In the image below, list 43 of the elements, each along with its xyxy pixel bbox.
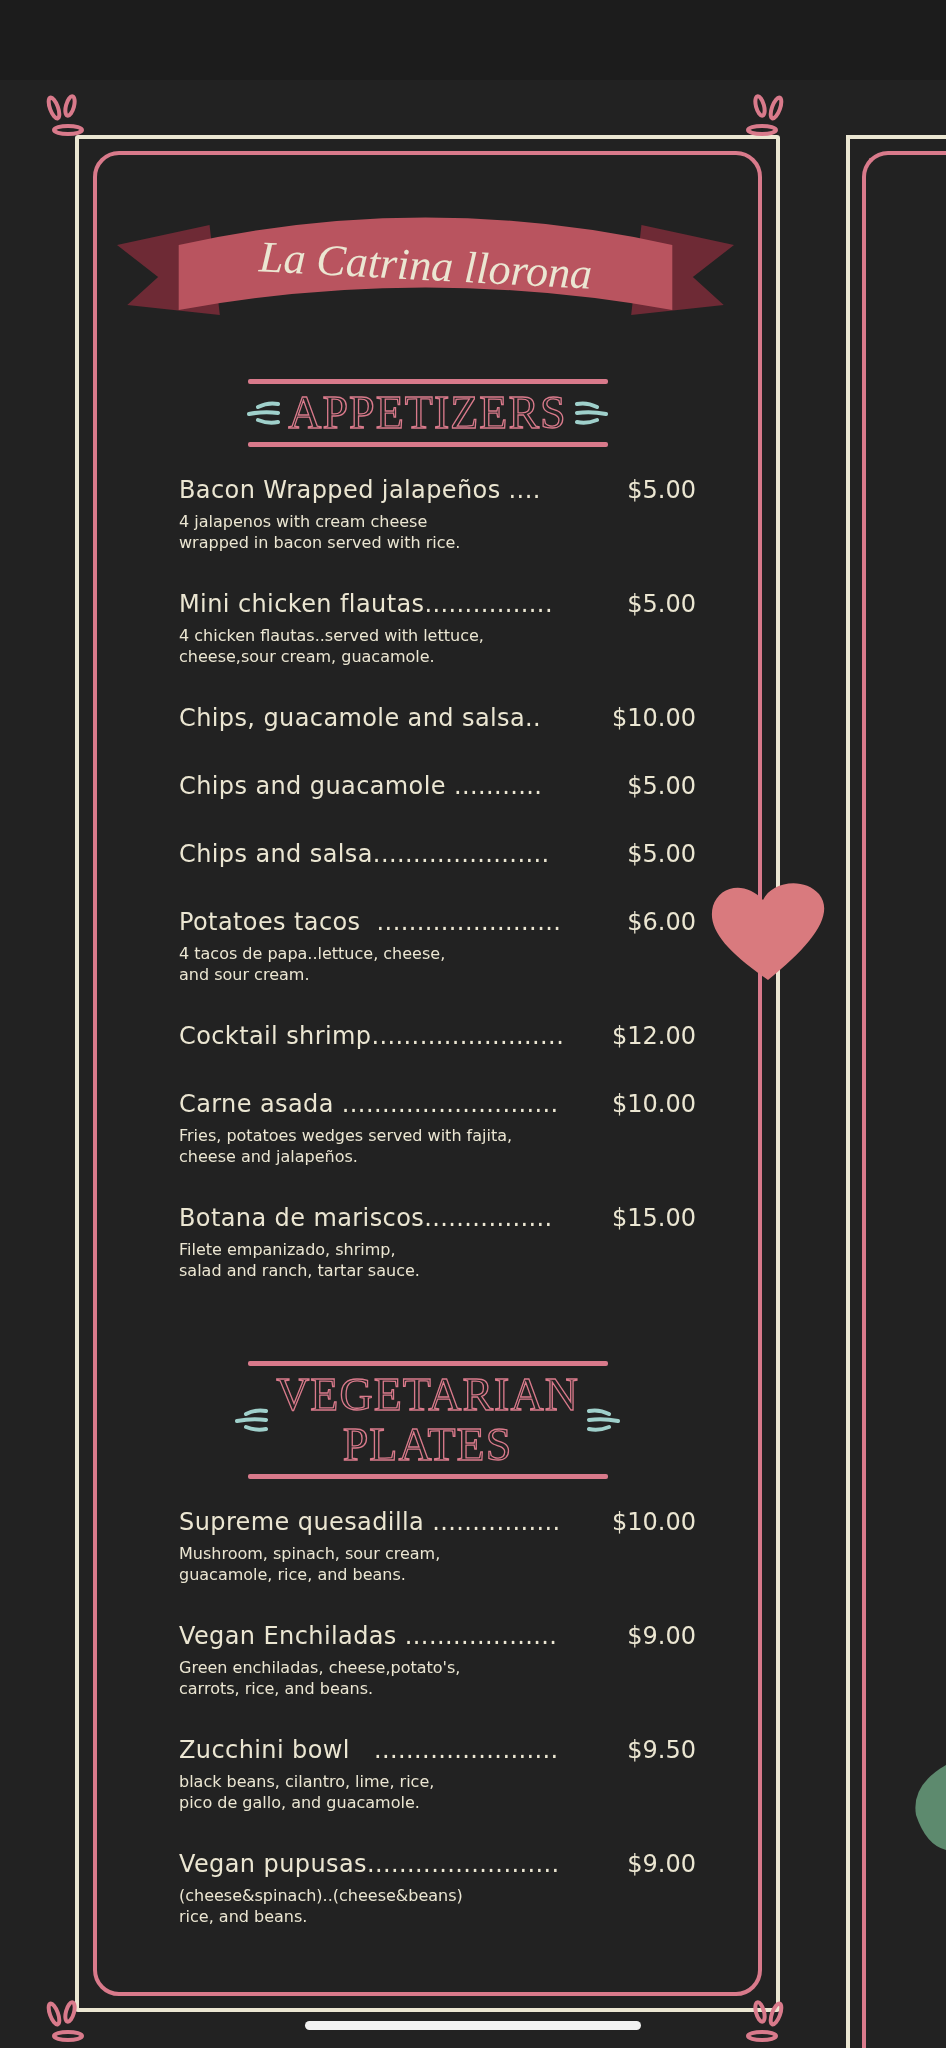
dish-name: Bacon Wrapped jalapeños .... (179, 475, 541, 506)
dish-name: Cocktail shrimp........................ (179, 1021, 565, 1052)
dish-description: (cheese&spinach)..(cheese&beans) rice, and beans. (179, 1885, 464, 1927)
dish-price: $10.00 (611, 1507, 696, 1538)
restaurant-title: La Catrina llorona (257, 230, 594, 300)
section-heading: PLATES (342, 1420, 513, 1470)
dish-description: Mushroom, spinach, sour cream, guacamole, rice, and beans. (179, 1543, 442, 1585)
dish-name: Botana de mariscos................ (179, 1203, 553, 1234)
dish-description: Green enchiladas, cheese,potato's, carrots, rice, and beans. (179, 1657, 462, 1699)
dish-price: $15.00 (611, 1203, 696, 1234)
dish-name: Mini chicken flautas................ (179, 589, 553, 620)
dish-name: Potatoes tacos ....................... (179, 907, 562, 938)
dish-price: $5.00 (626, 771, 696, 802)
dish-description: 4 chicken flautas..served with lettuce, cheese,sour cream, guacamole. (179, 625, 485, 667)
dish-name: Chips, guacamole and salsa.. (179, 703, 542, 734)
leaf-flourish-icon (234, 1405, 269, 1435)
dish-name: Vegan Enchiladas ................... (179, 1621, 558, 1652)
leaf-flourish-icon (586, 1405, 621, 1435)
dish-price: $5.00 (626, 839, 696, 870)
dish-description: 4 jalapenos with cream cheese wrapped in bacon served with rice. (179, 511, 462, 553)
dish-price: $6.00 (626, 907, 696, 938)
section-heading: APPETIZERS (288, 388, 567, 438)
section-heading: VEGETARIAN (276, 1370, 579, 1420)
dish-name: Vegan pupusas........................ (179, 1849, 560, 1880)
dish-price: $12.00 (611, 1021, 696, 1052)
dish-name: Chips and salsa...................... (179, 839, 550, 870)
dish-name: Zucchini bowl ....................... (179, 1735, 559, 1766)
dish-description: black beans, cilantro, lime, rice, pico de gallo, and guacamole. (179, 1771, 436, 1813)
dish-price: $9.50 (626, 1735, 696, 1766)
dish-name: Supreme quesadilla ................ (179, 1507, 561, 1538)
dish-price: $10.00 (611, 1089, 696, 1120)
dish-name: Chips and guacamole ........... (179, 771, 543, 802)
dish-price: $9.00 (626, 1849, 696, 1880)
dish-description: 4 tacos de papa..lettuce, cheese, and sour cream. (179, 943, 447, 985)
dish-name: Carne asada ........................... (179, 1089, 559, 1120)
dish-description: Filete empanizado, shrimp, salad and ranch, tartar sauce. (179, 1239, 421, 1281)
dish-description: Fries, potatoes wedges served with fajita, cheese and jalapeños. (179, 1125, 514, 1167)
dish-price: $5.00 (626, 589, 696, 620)
dish-price: $10.00 (611, 703, 696, 734)
dish-price: $9.00 (626, 1621, 696, 1652)
dish-price: $5.00 (626, 475, 696, 506)
leaf-flourish-icon (574, 398, 609, 428)
leaf-flourish-icon (246, 398, 281, 428)
